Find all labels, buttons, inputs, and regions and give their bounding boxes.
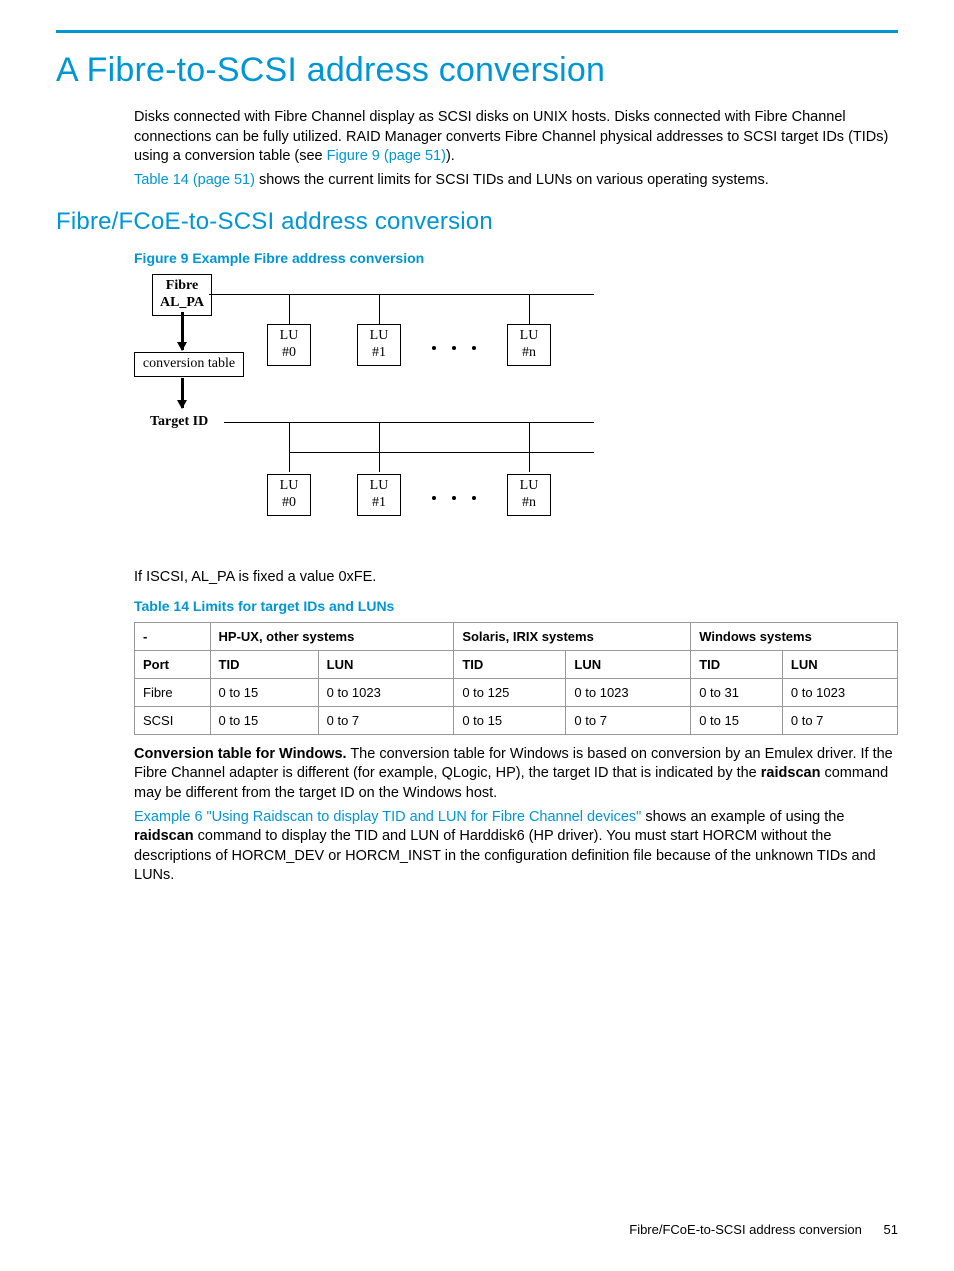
link-table14[interactable]: Table 14 (page 51): [134, 172, 255, 188]
table-cell: 0 to 15: [210, 678, 318, 706]
ex-text-b: command to display the TID and LUN of Ha…: [134, 828, 876, 883]
diagram-conv-box: conversion table: [134, 352, 244, 377]
conversion-paragraph: Conversion table for Windows. The conver…: [134, 745, 898, 804]
table-row: SCSI 0 to 15 0 to 7 0 to 15 0 to 7 0 to …: [135, 706, 898, 734]
heading-sub: Fibre/FCoE-to-SCSI address conversion: [56, 208, 898, 236]
table-header: LUN: [782, 650, 897, 678]
table-header: LUN: [566, 650, 691, 678]
intro-paragraph-2: Table 14 (page 51) shows the current lim…: [134, 171, 898, 191]
table-cell: Fibre: [135, 678, 211, 706]
link-example6[interactable]: Example 6 "Using Raidscan to display TID…: [134, 809, 641, 825]
table-cell: 0 to 31: [691, 678, 783, 706]
intro-paragraph-1: Disks connected with Fibre Channel displ…: [134, 108, 898, 167]
diagram-lu-1a: LU: [370, 328, 389, 343]
conv-bold: Conversion table for Windows.: [134, 746, 347, 762]
table-14: - HP-UX, other systems Solaris, IRIX sys…: [134, 622, 898, 735]
diagram-alpa-label: AL_PA: [160, 295, 204, 310]
intro-tail-1: ).: [446, 148, 455, 164]
footer-section: Fibre/FCoE-to-SCSI address conversion: [629, 1222, 862, 1237]
footer-page-number: 51: [884, 1222, 898, 1237]
diagram-lu-0b: LU: [280, 478, 299, 493]
diagram-lu-0a: LU: [280, 328, 299, 343]
conv-bold2: raidscan: [761, 765, 821, 781]
table-cell: 0 to 1023: [782, 678, 897, 706]
table-cell: 0 to 125: [454, 678, 566, 706]
ex-text-a: shows an example of using the: [641, 809, 844, 825]
table-cell: SCSI: [135, 706, 211, 734]
table-row: Fibre 0 to 15 0 to 1023 0 to 125 0 to 10…: [135, 678, 898, 706]
diagram-nna: #n: [522, 345, 536, 360]
table-cell: 0 to 1023: [318, 678, 454, 706]
page-footer: Fibre/FCoE-to-SCSI address conversion 51: [629, 1222, 898, 1237]
top-rule: [56, 30, 898, 33]
table-row: Port TID LUN TID LUN TID LUN: [135, 650, 898, 678]
table-header: Solaris, IRIX systems: [454, 622, 691, 650]
intro-text-1: Disks connected with Fibre Channel displ…: [134, 109, 888, 164]
table-header: Port: [135, 650, 211, 678]
heading-main: A Fibre-to-SCSI address conversion: [56, 51, 898, 90]
link-figure9[interactable]: Figure 9 (page 51): [327, 148, 446, 164]
diagram-target-label: Target ID: [150, 414, 208, 430]
diagram-lu-1b: LU: [370, 478, 389, 493]
table-header: TID: [691, 650, 783, 678]
table-header: HP-UX, other systems: [210, 622, 454, 650]
table-cell: 0 to 15: [691, 706, 783, 734]
ex-bold: raidscan: [134, 828, 194, 844]
example-paragraph: Example 6 "Using Raidscan to display TID…: [134, 808, 898, 886]
table-cell: 0 to 15: [210, 706, 318, 734]
table-header: TID: [454, 650, 566, 678]
table-cell: 0 to 1023: [566, 678, 691, 706]
diagram-lu-na: LU: [520, 328, 539, 343]
diagram-n1a: #1: [372, 345, 386, 360]
table-cell: 0 to 7: [566, 706, 691, 734]
table-header: TID: [210, 650, 318, 678]
iscsi-note: If ISCSI, AL_PA is fixed a value 0xFE.: [134, 568, 898, 588]
table-header: Windows systems: [691, 622, 898, 650]
figure-caption: Figure 9 Example Fibre address conversio…: [134, 250, 898, 266]
table-cell: 0 to 7: [318, 706, 454, 734]
diagram-fibre-label: Fibre: [166, 278, 198, 293]
table-header: LUN: [318, 650, 454, 678]
figure-9-diagram: Fibre AL_PA conversion table Target ID L…: [134, 274, 898, 554]
diagram-lu-nb: LU: [520, 478, 539, 493]
diagram-n0b: #0: [282, 495, 296, 510]
table-header: -: [135, 622, 211, 650]
diagram-n1b: #1: [372, 495, 386, 510]
diagram-nnb: #n: [522, 495, 536, 510]
table-row: - HP-UX, other systems Solaris, IRIX sys…: [135, 622, 898, 650]
table-cell: 0 to 15: [454, 706, 566, 734]
table-cell: 0 to 7: [782, 706, 897, 734]
diagram-n0a: #0: [282, 345, 296, 360]
intro-tail-2: shows the current limits for SCSI TIDs a…: [255, 172, 769, 188]
table-caption: Table 14 Limits for target IDs and LUNs: [134, 598, 898, 614]
